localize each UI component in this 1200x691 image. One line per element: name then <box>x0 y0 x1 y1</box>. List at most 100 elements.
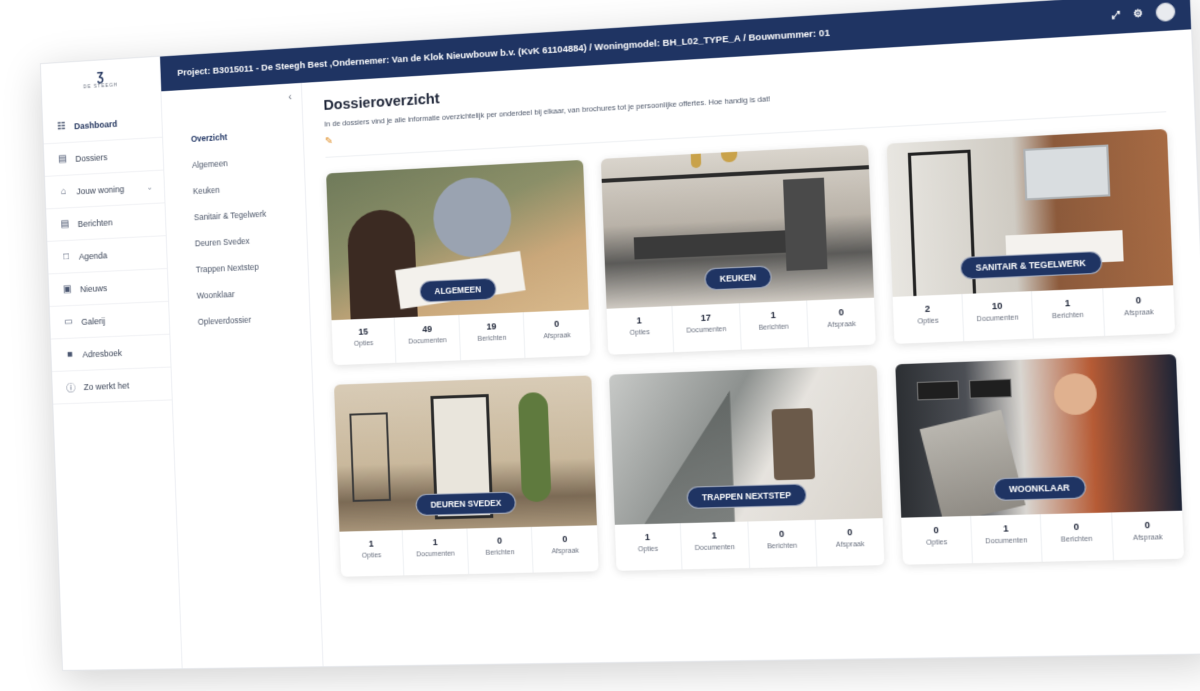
stat-documenten: 1 Documenten <box>680 521 750 570</box>
sidebar-item-label: Galerij <box>81 315 106 327</box>
stat-value: 17 <box>700 312 712 324</box>
gear-icon[interactable]: ⚙ <box>1133 8 1143 20</box>
dossier-photo: SANITAIR & TEGELWERK <box>887 128 1174 297</box>
subnav-item-opleverdossier[interactable]: Opleverdossier <box>169 304 310 336</box>
stat-label: Documenten <box>416 550 455 559</box>
stat-label: Berichten <box>766 542 798 551</box>
app-window: Ʒ DE STEEGH ☷ Dashboard ▤ Dossiers ⌂ Jou… <box>39 0 1200 671</box>
stat-label: Opties <box>629 329 650 337</box>
dossier-card-deuren-svedex[interactable]: DEUREN SVEDEX 1 Opties 1 Documenten 0 Beric… <box>333 375 599 577</box>
dossier-card-woonklaar[interactable]: WOONKLAAR 0 Opties 1 Documenten 0 Berichten… <box>895 354 1185 565</box>
stat-documenten: 49 Documenten <box>395 314 461 363</box>
stat-label: Afspraak <box>551 547 580 556</box>
grid-icon: ☷ <box>57 121 66 133</box>
stat-opties: 1 Opties <box>339 530 405 577</box>
stat-documenten: 1 Documenten <box>970 514 1043 564</box>
stat-opties: 1 Opties <box>614 523 683 571</box>
stat-label: Berichten <box>485 549 515 557</box>
sidebar-item-adresboek[interactable]: ■ Adresboek <box>50 334 171 373</box>
stat-value: 10 <box>991 300 1003 312</box>
dossier-photo: ALGEMEEN <box>326 159 589 321</box>
dossier-card-title: DEUREN SVEDEX <box>415 491 517 516</box>
stat-value: 0 <box>778 528 785 539</box>
sidebar-item-label: Adresboek <box>82 347 123 359</box>
stat-label: Opties <box>925 539 948 547</box>
stat-afspraak: 0 Afspraak <box>1112 511 1184 561</box>
dossier-stats: 1 Opties 1 Documenten 0 Berichten 0 Afspraak <box>339 525 598 577</box>
dossier-card-trappen-nextstep[interactable]: TRAPPEN NEXTSTEP 1 Opties 1 Documenten 0 Be… <box>608 365 885 571</box>
stat-label: Berichten <box>1052 311 1084 321</box>
stat-opties: 1 Opties <box>606 306 675 355</box>
stat-berichten: 0 Berichten <box>1040 512 1114 562</box>
sidebar-item-nieuws[interactable]: ▣ Nieuws <box>48 268 169 307</box>
dossier-grid: ALGEMEEN 15 Opties 49 Documenten 19 Bericht… <box>326 128 1185 577</box>
stat-label: Afspraak <box>543 332 571 341</box>
dossier-card-title: WOONKLAAR <box>992 475 1087 501</box>
stat-value: 49 <box>422 323 433 335</box>
expand-icon[interactable]: ⤢ <box>1112 9 1121 21</box>
stat-berichten: 0 Berichten <box>747 519 818 569</box>
stat-value: 0 <box>846 527 853 538</box>
sidebar-item-agenda[interactable]: □ Agenda <box>47 236 167 275</box>
stat-label: Opties <box>361 552 382 560</box>
sidebar-item-label: Jouw woning <box>76 183 125 196</box>
dossier-card-title: ALGEMEEN <box>419 277 497 303</box>
content-area: ‹ Overzicht Algemeen Keuken Sanitair & T… <box>161 29 1200 669</box>
stat-label: Afspraak <box>1132 534 1163 543</box>
stat-label: Berichten <box>758 323 789 332</box>
help-icon: ⓘ <box>66 383 76 395</box>
stat-value: 1 <box>711 530 717 541</box>
news-icon: ▣ <box>62 283 72 295</box>
home-icon: ⌂ <box>60 186 67 198</box>
dossier-card-algemeen[interactable]: ALGEMEEN 15 Opties 49 Documenten 19 Bericht… <box>326 159 591 366</box>
stat-label: Documenten <box>686 326 727 335</box>
stat-value: 2 <box>924 303 931 315</box>
chevron-down-icon[interactable]: ⌄ <box>146 183 153 192</box>
sidebar-item-label: Agenda <box>78 250 108 262</box>
main-area: Project: B3015011 - De Steegh Best ,Onde… <box>160 0 1200 669</box>
stat-value: 0 <box>1135 294 1142 306</box>
stat-label: Afspraak <box>827 320 856 330</box>
stat-label: Berichten <box>1060 535 1093 544</box>
dossier-card-sanitair-tegelwerk[interactable]: SANITAIR & TEGELWERK 2 Opties 10 Documente… <box>887 128 1176 344</box>
stat-value: 1 <box>770 309 776 321</box>
stat-value: 0 <box>553 318 560 329</box>
stat-value: 1 <box>1064 297 1071 309</box>
header-tools: ⤢ ⚙ <box>1111 2 1176 25</box>
stat-documenten: 1 Documenten <box>403 528 469 576</box>
dossier-stats: 1 Opties 1 Documenten 0 Berichten 0 Afspraak <box>614 518 884 571</box>
stat-label: Documenten <box>976 314 1019 324</box>
stat-label: Opties <box>353 340 374 348</box>
dossier-photo: KEUKEN <box>600 144 875 309</box>
sidebar-item-label: Zo werkt het <box>83 380 130 392</box>
stat-value: 0 <box>496 535 503 546</box>
folder-icon: ▤ <box>58 153 68 165</box>
stat-label: Documenten <box>408 337 447 346</box>
stat-berichten: 1 Berichten <box>1032 288 1105 339</box>
dossier-photo: TRAPPEN NEXTSTEP <box>608 365 883 525</box>
dossier-photo: DEUREN SVEDEX <box>333 375 597 532</box>
chevron-left-icon[interactable]: ‹ <box>288 91 292 103</box>
stat-afspraak: 0 Afspraak <box>524 310 590 358</box>
stat-value: 1 <box>636 315 642 326</box>
sidebar-item-zo-werkt-het[interactable]: ⓘ Zo werkt het <box>52 367 172 405</box>
sidebar-item-label: Nieuws <box>79 282 108 294</box>
stat-documenten: 17 Documenten <box>672 303 742 353</box>
dossier-stats: 0 Opties 1 Documenten 0 Berichten 0 Afspraak <box>901 511 1184 565</box>
dossier-card-title: SANITAIR & TEGELWERK <box>959 250 1103 280</box>
sidebar-item-galerij[interactable]: ▭ Galerij <box>49 301 170 340</box>
dossier-card-keuken[interactable]: KEUKEN 1 Opties 17 Documenten 1 Berichten 0… <box>600 144 877 355</box>
stat-label: Opties <box>917 317 939 326</box>
avatar[interactable] <box>1155 2 1176 23</box>
stat-berichten: 19 Berichten <box>459 312 526 361</box>
message-icon: ▤ <box>60 218 70 230</box>
stat-value: 1 <box>1002 523 1009 534</box>
dossier-card-title: KEUKEN <box>704 265 772 291</box>
stat-opties: 2 Opties <box>892 294 965 344</box>
stat-afspraak: 0 Afspraak <box>532 525 598 572</box>
stat-value: 1 <box>432 537 438 548</box>
sidebar-item-label: Dashboard <box>73 118 118 131</box>
stat-value: 0 <box>838 307 844 318</box>
stat-value: 0 <box>1073 521 1080 533</box>
stat-afspraak: 0 Afspraak <box>816 518 885 566</box>
